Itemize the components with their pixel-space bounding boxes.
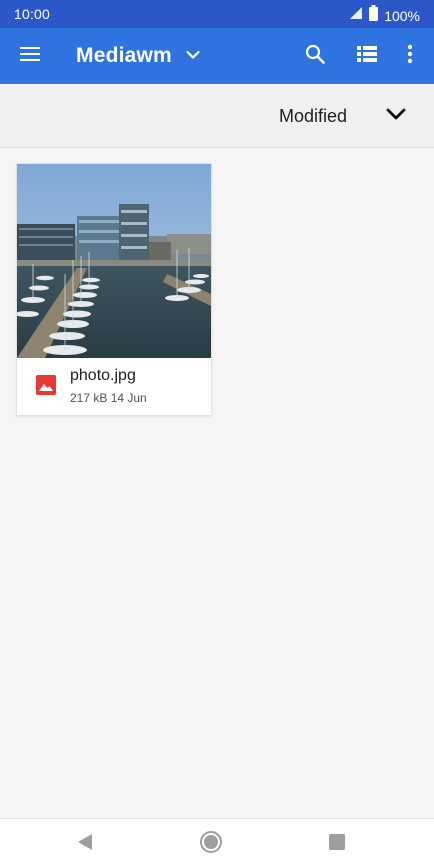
signal-icon <box>349 6 363 25</box>
recents-icon <box>329 833 345 855</box>
search-icon <box>305 44 325 69</box>
battery-level: 100% <box>384 7 420 24</box>
file-name: photo.jpg <box>70 367 136 384</box>
sort-label[interactable]: Modified <box>279 106 347 127</box>
dropdown-arrow-icon <box>186 47 200 65</box>
view-toggle-button[interactable] <box>345 28 389 84</box>
recents-button[interactable] <box>307 819 367 868</box>
home-icon <box>199 830 223 859</box>
list-view-icon <box>357 45 377 67</box>
file-meta: 217 kB 14 Jun <box>70 391 147 405</box>
photo-thumbnail <box>17 164 211 358</box>
chevron-down-icon <box>386 107 406 125</box>
folder-selector[interactable]: Mediawm <box>76 28 200 84</box>
image-file-icon <box>36 375 56 395</box>
home-button[interactable] <box>181 819 241 868</box>
app-bar: Mediawm <box>0 28 434 84</box>
status-icons: 100% <box>349 5 420 26</box>
menu-button[interactable] <box>8 28 52 84</box>
back-button[interactable] <box>55 819 115 868</box>
app-title: Mediawm <box>76 44 172 67</box>
status-time: 10:00 <box>14 6 51 22</box>
menu-icon <box>20 46 40 67</box>
search-button[interactable] <box>293 28 337 84</box>
file-info: photo.jpg 217 kB 14 Jun <box>17 358 211 415</box>
status-bar: 10:00 100% <box>0 0 434 28</box>
back-icon <box>77 833 93 856</box>
sort-toggle-button[interactable] <box>382 104 410 128</box>
more-vert-icon <box>407 44 413 69</box>
sort-bar: Modified <box>0 84 434 148</box>
file-card[interactable]: photo.jpg 217 kB 14 Jun <box>16 163 212 416</box>
more-options-button[interactable] <box>388 28 432 84</box>
battery-icon <box>369 5 379 26</box>
navigation-bar <box>0 818 434 868</box>
